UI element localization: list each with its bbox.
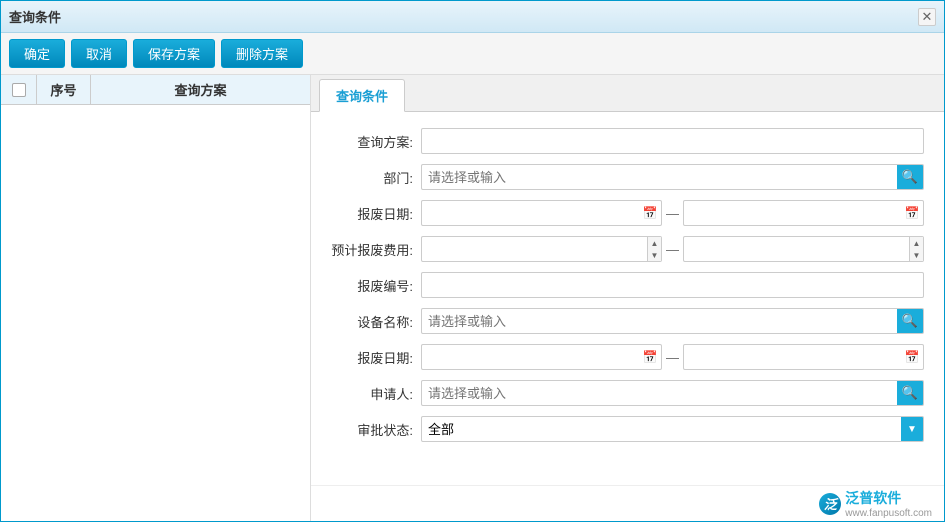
tab-bar: 查询条件 [311,75,944,112]
dispose-date-end: 📅 [683,200,924,226]
header-index-col: 序号 [37,75,91,104]
label-scheme: 查询方案: [331,132,421,151]
dispose-date2-end-calendar-icon[interactable]: 📅 [901,345,923,369]
input-scheme[interactable] [421,128,924,154]
brand-info: 泛普软件 www.fanpusoft.com [845,488,932,519]
cancel-button[interactable]: 取消 [71,39,127,68]
right-panel: 查询条件 查询方案: 部门: 🔍 [311,75,944,521]
brand-logo: 泛 泛普软件 www.fanpusoft.com [819,488,932,519]
dispose-date2-range: 📅 — 📅 [421,344,924,370]
form-row-department: 部门: 🔍 [331,164,924,190]
applicant-search-icon[interactable]: 🔍 [897,381,923,405]
delete-scheme-button[interactable]: 删除方案 [221,39,303,68]
device-name-input-group: 🔍 [421,308,924,334]
device-name-input[interactable] [422,309,897,333]
search-icon: 🔍 [902,169,918,185]
department-input[interactable] [422,165,897,189]
input-dispose-no[interactable] [421,272,924,298]
cost-start-spin-up[interactable]: ▲ [647,237,661,249]
dispose-date2-end-input[interactable] [684,345,901,369]
label-applicant: 申请人: [331,384,421,403]
dispose-date-range: 📅 — 📅 [421,200,924,226]
form-row-scheme: 查询方案: [331,128,924,154]
cost-end-input[interactable] [684,237,909,261]
cost-end-spin-down[interactable]: ▼ [909,249,923,261]
dispose-date-end-calendar-icon[interactable]: 📅 [901,201,923,225]
department-search-icon[interactable]: 🔍 [897,165,923,189]
approval-status-dropdown-icon[interactable]: ▼ [901,417,923,441]
select-all-checkbox[interactable] [12,83,26,97]
dispose-date2-start-input[interactable] [422,345,639,369]
main-content: 序号 查询方案 查询条件 查询方案: 部门: [1,75,944,521]
left-table-header: 序号 查询方案 [1,75,310,105]
dispose-date2-start-calendar-icon[interactable]: 📅 [639,345,661,369]
dispose-date-start-calendar-icon[interactable]: 📅 [639,201,661,225]
form-row-dispose-date: 报废日期: 📅 — 📅 [331,200,924,226]
close-button[interactable]: ✕ [918,8,936,26]
applicant-input[interactable] [422,381,897,405]
form-row-dispose-date2: 报废日期: 📅 — 📅 [331,344,924,370]
brand-icon: 泛 [819,493,841,515]
brand-url: www.fanpusoft.com [845,508,932,519]
cost-range-sep: — [666,242,679,257]
save-scheme-button[interactable]: 保存方案 [133,39,215,68]
scheme-list [1,105,310,521]
left-panel: 序号 查询方案 [1,75,311,521]
approval-status-select-group: 全部 待审批 审批中 已通过 已拒绝 ▼ [421,416,924,442]
label-device-name: 设备名称: [331,312,421,331]
device-name-search-icon[interactable]: 🔍 [897,309,923,333]
label-expected-cost: 预计报废费用: [331,240,421,259]
label-department: 部门: [331,168,421,187]
cost-start-spin-down[interactable]: ▼ [647,249,661,261]
title-bar: 查询条件 ✕ [1,1,944,33]
cost-end-spin-up[interactable]: ▲ [909,237,923,249]
close-icon: ✕ [922,9,933,25]
form-row-approval-status: 审批状态: 全部 待审批 审批中 已通过 已拒绝 ▼ [331,416,924,442]
expected-cost-range: ▲ ▼ — ▲ ▼ [421,236,924,262]
toolbar: 确定 取消 保存方案 删除方案 [1,33,944,75]
cost-start-spin-btns: ▲ ▼ [647,237,661,261]
dispose-date-end-input[interactable] [684,201,901,225]
dispose-date2-start: 📅 [421,344,662,370]
window-title: 查询条件 [9,7,61,26]
header-scheme-col: 查询方案 [91,75,310,104]
date-range-sep1: — [666,206,679,221]
date2-range-sep: — [666,350,679,365]
brand-name: 泛普软件 [845,488,932,508]
label-dispose-date2: 报废日期: [331,348,421,367]
form-area: 查询方案: 部门: 🔍 报废日期: [311,112,944,485]
applicant-input-group: 🔍 [421,380,924,406]
department-input-group: 🔍 [421,164,924,190]
form-row-device-name: 设备名称: 🔍 [331,308,924,334]
form-row-expected-cost: 预计报废费用: ▲ ▼ — ▲ [331,236,924,262]
search-icon3: 🔍 [902,385,918,401]
form-row-dispose-no: 报废编号: [331,272,924,298]
label-dispose-no: 报废编号: [331,276,421,295]
dispose-date-start: 📅 [421,200,662,226]
dispose-date-start-input[interactable] [422,201,639,225]
cost-end-spin: ▲ ▼ [683,236,924,262]
label-approval-status: 审批状态: [331,420,421,439]
footer: 泛 泛普软件 www.fanpusoft.com [311,485,944,521]
search-icon2: 🔍 [902,313,918,329]
cost-end-spin-btns: ▲ ▼ [909,237,923,261]
main-window: 查询条件 ✕ 确定 取消 保存方案 删除方案 序号 查询方案 [0,0,945,522]
tab-query-conditions[interactable]: 查询条件 [319,79,405,112]
form-row-applicant: 申请人: 🔍 [331,380,924,406]
cost-start-input[interactable] [422,237,647,261]
label-dispose-date: 报废日期: [331,204,421,223]
cost-start-spin: ▲ ▼ [421,236,662,262]
approval-status-select[interactable]: 全部 待审批 审批中 已通过 已拒绝 [422,417,901,441]
confirm-button[interactable]: 确定 [9,39,65,68]
header-checkbox-cell[interactable] [1,75,37,104]
tab-label: 查询条件 [336,89,388,104]
brand-icon-text: 泛 [824,494,837,513]
dispose-date2-end: 📅 [683,344,924,370]
